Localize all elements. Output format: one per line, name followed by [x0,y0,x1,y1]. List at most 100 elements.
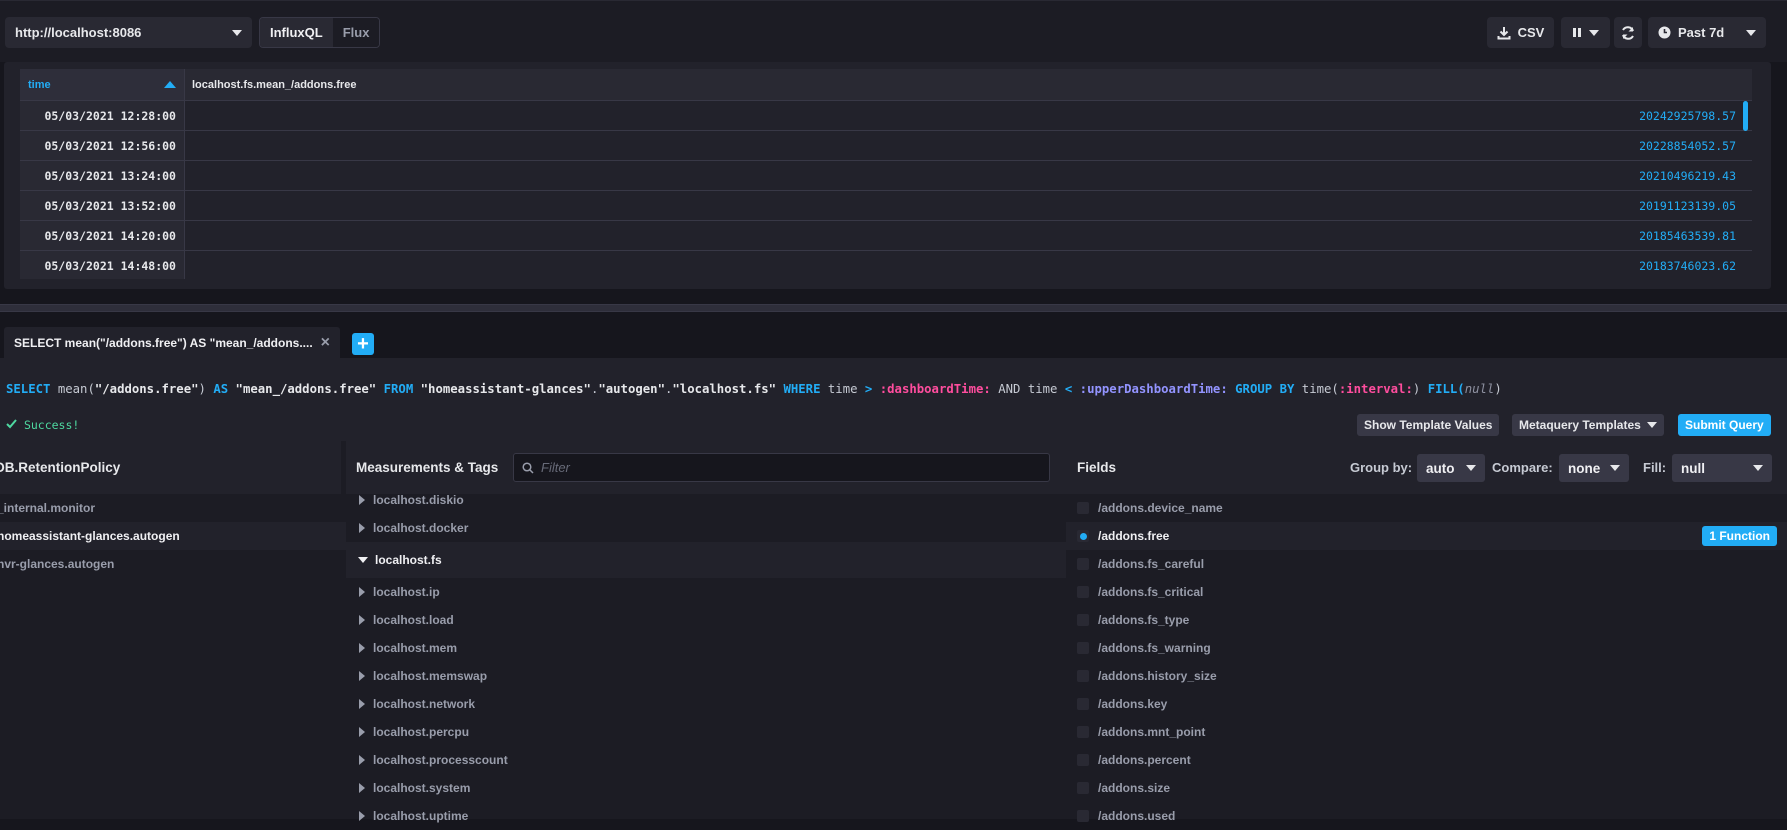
influxql-toggle-button[interactable]: InfluxQL [260,18,333,47]
measurement-item[interactable]: localhost.processcount [346,746,1066,774]
measurement-item[interactable]: localhost.mem [346,634,1066,662]
query-tabs: SELECT mean("/addons.free") AS "mean_/ad… [0,312,1787,358]
measurement-item[interactable]: localhost.system [346,774,1066,802]
query-token: "homeassistant-glances" [420,382,591,396]
query-text[interactable]: SELECT mean("/addons.free") AS "mean_/ad… [6,382,1502,396]
checkbox[interactable] [1077,782,1089,794]
results-table[interactable]: time localhost.fs.mean_/addons.free 05/0… [20,69,1752,279]
field-label: /addons.free [1098,529,1170,543]
measurement-item[interactable]: localhost.fs [346,542,1066,578]
table-row: 05/03/2021 12:56:00 20228854052.57 [20,131,1752,161]
checkbox[interactable] [1077,670,1089,682]
vertical-scrollbar[interactable] [1743,101,1748,131]
function-badge-button[interactable]: 1 Function [1702,526,1777,546]
chevron-down-icon [1466,465,1476,471]
db-column-header: DB.RetentionPolicy [0,441,341,494]
table-row: 05/03/2021 13:52:00 20191123139.05 [20,191,1752,221]
filter-input[interactable]: Filter [513,453,1050,482]
time-column-header[interactable]: time [20,69,185,100]
db-list-item[interactable]: homeassistant-glances.autogen [0,522,346,550]
query-token: AS [213,382,229,396]
refresh-icon [1622,25,1634,40]
group-by-dropdown[interactable]: auto [1417,454,1485,482]
close-icon[interactable]: × [321,334,330,352]
measurement-item[interactable]: localhost.load [346,606,1066,634]
field-item[interactable]: /addons.fs_critical [1066,578,1787,606]
checkbox[interactable] [1077,502,1089,514]
resize-divider[interactable] [0,304,1787,312]
fill-value: null [1681,460,1705,476]
query-token: < [1064,382,1073,396]
query-tab[interactable]: SELECT mean("/addons.free") AS "mean_/ad… [4,327,340,358]
caret-right-icon [359,523,365,533]
checkbox[interactable] [1077,698,1089,710]
caret-right-icon [359,811,365,821]
table-row: 05/03/2021 14:20:00 20185463539.81 [20,221,1752,251]
source-dropdown[interactable]: http://localhost:8086 [5,17,252,48]
filter-placeholder: Filter [541,460,570,475]
caret-right-icon [359,671,365,681]
query-token: > [864,382,873,396]
sort-ascending-icon [164,81,176,88]
checkbox[interactable] [1077,530,1089,542]
chevron-down-icon [1610,465,1620,471]
query-token: time( [1301,382,1339,396]
checkbox[interactable] [1077,558,1089,570]
db-list-item[interactable]: nvr-glances.autogen [0,550,346,578]
checkbox[interactable] [1077,586,1089,598]
submit-query-button[interactable]: Submit Query [1678,414,1771,436]
query-token: :dashboardTime: [879,382,991,396]
pause-dropdown-button[interactable] [1561,17,1610,48]
field-item[interactable]: /addons.mnt_point [1066,718,1787,746]
refresh-button[interactable] [1614,17,1642,48]
table-row: 05/03/2021 14:48:00 20183746023.62 [20,251,1752,279]
measurement-item[interactable]: localhost.docker [346,514,1066,542]
measurement-label: localhost.mem [373,641,458,655]
field-item[interactable]: /addons.key [1066,690,1787,718]
measurement-item[interactable]: localhost.percpu [346,718,1066,746]
measurement-item[interactable]: localhost.ip [346,578,1066,606]
field-item[interactable]: /addons.fs_warning [1066,634,1787,662]
show-template-values-button[interactable]: Show Template Values [1357,414,1500,436]
measurement-item[interactable]: localhost.diskio [346,486,1066,514]
query-token: WHERE [783,382,821,396]
field-item[interactable]: /addons.percent [1066,746,1787,774]
db-list-item[interactable]: _internal.monitor [0,494,346,522]
measurement-item[interactable]: localhost.network [346,690,1066,718]
add-query-button[interactable]: + [352,333,374,355]
time-range-dropdown[interactable]: Past 7d [1648,17,1766,48]
compare-dropdown[interactable]: none [1559,454,1629,482]
checkbox[interactable] [1077,614,1089,626]
field-label: /addons.fs_critical [1098,585,1204,599]
measurements-list: localhost.diskio localhost.docker localh… [346,486,1066,830]
measurement-label: localhost.network [373,697,476,711]
measurements-header-label: Measurements & Tags [356,460,499,475]
checkbox[interactable] [1077,642,1089,654]
query-editor[interactable]: SELECT mean("/addons.free") AS "mean_/ad… [0,358,1787,441]
fill-dropdown[interactable]: null [1672,454,1772,482]
checkbox[interactable] [1077,754,1089,766]
value-cell: 20210496219.43 [185,161,1752,190]
query-token: ) [1412,382,1421,396]
checkbox[interactable] [1077,810,1089,822]
field-item[interactable]: /addons.fs_type [1066,606,1787,634]
field-item[interactable]: /addons.history_size [1066,662,1787,690]
field-item[interactable]: /addons.fs_careful [1066,550,1787,578]
query-token: null [1464,382,1495,396]
caret-right-icon [359,699,365,709]
measurement-label: localhost.processcount [373,753,508,767]
measurement-item[interactable]: localhost.uptime [346,802,1066,830]
caret-right-icon [359,587,365,597]
field-label: /addons.fs_warning [1098,641,1211,655]
metaquery-templates-button[interactable]: Metaquery Templates [1512,414,1664,436]
measurement-item[interactable]: localhost.memswap [346,662,1066,690]
field-item[interactable]: /addons.device_name [1066,494,1787,522]
flux-toggle-button[interactable]: Flux [332,18,380,47]
download-csv-button[interactable]: CSV [1487,17,1554,48]
value-column-header[interactable]: localhost.fs.mean_/addons.free [185,69,1752,100]
measurement-label: localhost.uptime [373,809,469,823]
field-item[interactable]: /addons.used [1066,802,1787,830]
field-item[interactable]: /addons.free 1 Function [1066,522,1787,550]
field-item[interactable]: /addons.size [1066,774,1787,802]
checkbox[interactable] [1077,726,1089,738]
